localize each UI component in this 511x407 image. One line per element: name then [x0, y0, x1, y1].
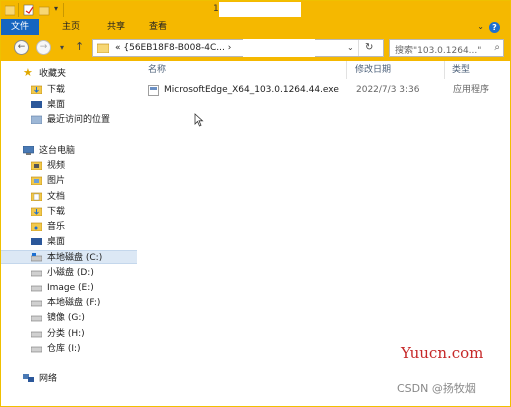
nav-drive-f[interactable]: 本地磁盘 (F:) [1, 296, 137, 310]
file-type: 应用程序 [453, 85, 490, 95]
drive-icon [31, 331, 42, 338]
quick-access-dropdown-icon[interactable]: ▾ [54, 4, 58, 13]
ribbon-expand-icon[interactable]: ⌄ [477, 22, 484, 31]
address-path: « {56EB18F8-B008-4C... › [115, 43, 232, 53]
column-name[interactable]: 名称 [148, 63, 166, 77]
recent-locations-icon[interactable]: ▾ [60, 43, 64, 52]
downloads-folder-icon [31, 85, 42, 94]
title-bar: ▾ 1 [1, 1, 510, 19]
forward-button[interactable]: → [36, 40, 51, 55]
arrow-left-icon: ← [17, 42, 26, 52]
csdn-credit: CSDN @扬牧烟 [397, 382, 476, 395]
navigation-pane: ★ 收藏夹 下载 桌面 最近访问的位置 这台电脑 视频 图片 文档 下载 音乐 … [1, 61, 139, 406]
back-button[interactable]: ← [14, 40, 29, 55]
nav-this-pc[interactable]: 这台电脑 [1, 144, 137, 158]
nav-downloads[interactable]: 下载 [1, 83, 137, 97]
nav-videos[interactable]: 视频 [1, 159, 137, 173]
file-name: MicrosoftEdge_X64_103.0.1264.44.exe [164, 85, 339, 95]
nav-desktop-pc[interactable]: 桌面 [1, 235, 137, 249]
recent-places-icon [31, 115, 42, 124]
nav-network[interactable]: 网络 [1, 372, 137, 386]
search-icon[interactable]: ⌕ [494, 42, 500, 53]
tab-view[interactable]: 查看 [140, 19, 176, 35]
ribbon-tabs: 文件 主页 共享 查看 ⌄ ? [1, 19, 510, 35]
nav-downloads-pc[interactable]: 下载 [1, 205, 137, 219]
nav-drive-e[interactable]: Image (E:) [1, 281, 137, 295]
computer-icon [23, 146, 34, 155]
desktop-icon [31, 101, 42, 108]
window-title: 1 [213, 4, 219, 14]
nav-favorites[interactable]: ★ 收藏夹 [1, 66, 137, 81]
nav-drive-i[interactable]: 仓库 (I:) [1, 342, 137, 356]
nav-pictures[interactable]: 图片 [1, 174, 137, 188]
nav-music[interactable]: 音乐 [1, 220, 137, 234]
nav-drive-c[interactable]: 本地磁盘 (C:) [1, 250, 137, 264]
drive-icon [31, 300, 42, 307]
explorer-window: ▾ 1 文件 主页 共享 查看 ⌄ ? ← → ▾ ↑ « {56EB18F8-… [0, 0, 511, 407]
watermark-text: Yuucn.com [401, 344, 484, 362]
drive-icon [31, 270, 42, 277]
nav-drive-h[interactable]: 分类 (H:) [1, 327, 137, 341]
documents-folder-icon [31, 192, 42, 201]
nav-desktop[interactable]: 桌面 [1, 98, 137, 112]
tab-file[interactable]: 文件 [1, 19, 39, 35]
drive-icon [31, 285, 42, 292]
drive-icon [31, 346, 42, 353]
search-box[interactable]: 搜索"103.0.1264..." ⌕ [389, 39, 504, 57]
address-row: ← → ▾ ↑ « {56EB18F8-B008-4C... › ⌄ ↻ 搜索"… [1, 35, 510, 61]
file-row[interactable]: MicrosoftEdge_X64_103.0.1264.44.exe 2022… [146, 82, 508, 98]
tab-share[interactable]: 共享 [98, 19, 134, 35]
music-folder-icon [31, 222, 42, 231]
system-drive-icon [31, 253, 42, 262]
nav-drive-d[interactable]: 小磁盘 (D:) [1, 266, 137, 280]
address-dropdown-icon[interactable]: ⌄ [347, 43, 354, 52]
address-redaction [243, 39, 315, 57]
column-type[interactable]: 类型 [452, 63, 470, 77]
star-icon: ★ [23, 66, 33, 79]
exe-file-icon [148, 85, 159, 96]
search-placeholder: 搜索"103.0.1264..." [395, 46, 482, 56]
pictures-folder-icon [31, 176, 42, 185]
videos-folder-icon [31, 161, 42, 170]
file-modified: 2022/7/3 3:36 [356, 85, 420, 95]
drive-icon [31, 315, 42, 322]
desktop-icon [31, 238, 42, 245]
help-icon[interactable]: ? [489, 22, 500, 33]
network-icon [23, 374, 34, 382]
mouse-cursor-icon [194, 113, 204, 127]
new-folder-icon[interactable] [39, 4, 50, 16]
downloads-folder-icon [31, 207, 42, 216]
up-arrow-icon[interactable]: ↑ [75, 40, 84, 53]
folder-icon [97, 43, 109, 53]
tab-home[interactable]: 主页 [53, 19, 89, 35]
nav-drive-g[interactable]: 镜像 (G:) [1, 311, 137, 325]
nav-documents[interactable]: 文档 [1, 190, 137, 204]
properties-icon[interactable] [23, 4, 35, 16]
folder-icon [5, 5, 15, 16]
refresh-icon[interactable]: ↻ [365, 42, 373, 53]
nav-recent[interactable]: 最近访问的位置 [1, 113, 137, 127]
arrow-right-icon: → [39, 42, 48, 52]
title-redaction [219, 2, 301, 17]
column-modified[interactable]: 修改日期 [355, 63, 391, 77]
address-bar[interactable]: « {56EB18F8-B008-4C... › ⌄ ↻ [92, 39, 384, 57]
